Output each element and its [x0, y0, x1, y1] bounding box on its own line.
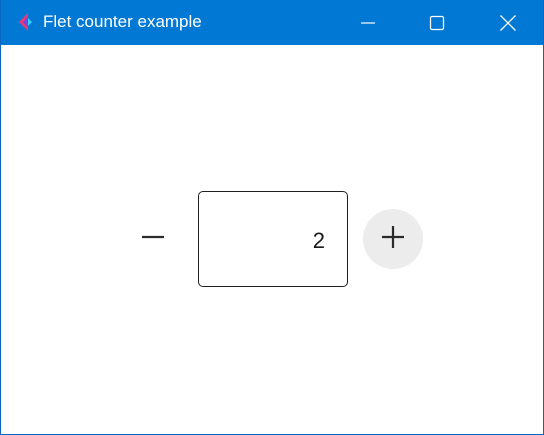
- maximize-icon: [429, 15, 445, 31]
- plus-icon: [381, 225, 405, 254]
- close-button[interactable]: [473, 0, 543, 45]
- app-content: 2: [1, 45, 543, 433]
- flet-logo-icon: [16, 12, 36, 32]
- decrement-button[interactable]: [123, 209, 183, 269]
- counter-value: 2: [312, 228, 325, 253]
- counter-text-field[interactable]: 2: [198, 191, 348, 287]
- minimize-button[interactable]: [333, 0, 403, 45]
- minus-icon: [141, 225, 165, 254]
- window-title: Flet counter example: [43, 12, 202, 31]
- title-bar[interactable]: Flet counter example: [1, 0, 543, 45]
- minimize-icon: [360, 15, 376, 31]
- maximize-button[interactable]: [402, 0, 472, 45]
- close-icon: [499, 14, 517, 32]
- app-window: Flet counter example 2: [0, 0, 544, 435]
- increment-button[interactable]: [363, 209, 423, 269]
